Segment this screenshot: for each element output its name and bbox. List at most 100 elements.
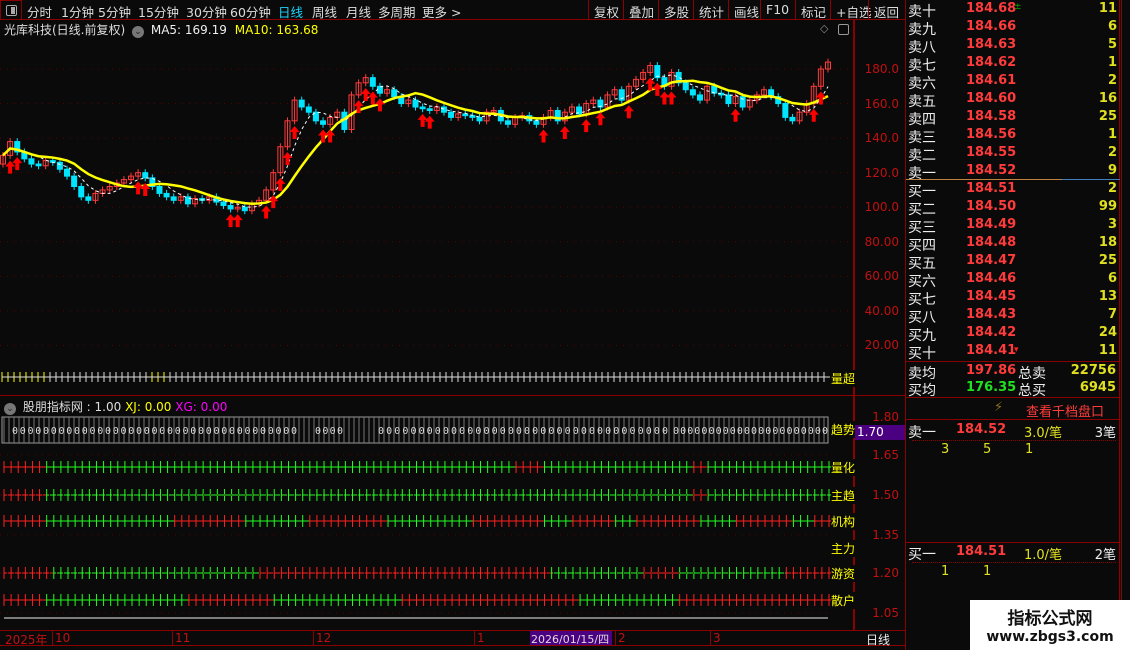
bid-level[interactable]: 买八 184.43 7	[906, 307, 1121, 326]
right-edge-strip	[1121, 0, 1130, 600]
candle	[227, 205, 234, 210]
level-label: 卖九	[908, 22, 936, 38]
toolbar-button-0[interactable]: 复权	[588, 0, 624, 20]
tab-8[interactable]: 月线	[346, 2, 371, 21]
bid-level[interactable]: 买九 184.42 24	[906, 325, 1121, 344]
level-price: 184.47	[966, 253, 1017, 268]
candle	[56, 161, 63, 170]
toolbar-button-4[interactable]: 画线	[728, 0, 764, 20]
ask-level[interactable]: 卖八 184.63 5	[906, 37, 1121, 56]
detail-label: 卖一	[908, 425, 936, 441]
y-tick-label: 20.00	[864, 338, 899, 353]
indicator-y-tick: 1.80	[872, 410, 899, 424]
toolbar-button-6[interactable]: 标记	[795, 0, 831, 20]
level-label: 卖六	[908, 76, 936, 92]
toolbar-button-2[interactable]: 多股	[658, 0, 694, 20]
toolbar-button-1[interactable]: 叠加	[623, 0, 659, 20]
level-price: 184.42	[966, 325, 1017, 340]
bid-avg: 176.35	[966, 380, 1017, 395]
indicator-y-tick: 1.20	[872, 566, 899, 580]
down-limit-icon: ▾	[1014, 345, 1019, 355]
time-label: 1	[474, 631, 485, 645]
ask-level[interactable]: 卖四 184.58 25	[906, 109, 1121, 128]
level-volume: 16	[1098, 91, 1117, 106]
toolbar-button-8[interactable]: 返回	[868, 0, 904, 20]
candle	[71, 175, 78, 188]
tab-6[interactable]: 日线	[278, 2, 303, 21]
tab-2[interactable]: 5分钟	[98, 2, 131, 21]
bid-level[interactable]: 买三 184.49 3	[906, 217, 1121, 236]
buy-signal-arrow	[666, 91, 677, 105]
ask-level[interactable]: 卖六 184.61 2	[906, 73, 1121, 92]
level-label: 卖七	[908, 58, 936, 74]
level-price: 184.60	[966, 91, 1017, 106]
bid-level[interactable]: 买五 184.47 25	[906, 253, 1121, 272]
ask-level[interactable]: 卖九 184.66 6	[906, 19, 1121, 38]
y-tick-label: 100.0	[864, 200, 899, 215]
tab-4[interactable]: 30分钟	[186, 2, 227, 21]
candle	[64, 168, 71, 177]
candle	[533, 120, 540, 125]
bid-level[interactable]: 买七 184.45 13	[906, 289, 1121, 308]
indicator-row-label-2: 机构	[831, 513, 856, 530]
trend-segment: 0000000000000000000000	[673, 426, 828, 437]
level-price: 184.50	[966, 199, 1017, 214]
tab-10[interactable]: 更多 >	[422, 2, 461, 21]
level-volume: 99	[1098, 199, 1117, 214]
watermark-title: 指标公式网	[1007, 609, 1093, 629]
candle	[369, 77, 376, 87]
ask-level[interactable]: 卖七 184.62 1	[906, 55, 1121, 74]
time-label: 12	[313, 631, 331, 645]
level-label: 买六	[908, 274, 936, 290]
level-price: 184.56	[966, 127, 1017, 142]
candle	[782, 103, 789, 118]
candle	[170, 196, 177, 201]
level-price: 184.55	[966, 145, 1017, 160]
level-label: 卖八	[908, 40, 936, 56]
ask-level[interactable]: 卖三 184.56 1	[906, 127, 1121, 146]
level-volume: 24	[1098, 325, 1117, 340]
tab-9[interactable]: 多周期	[378, 2, 416, 21]
sidebar-toggle-button[interactable]	[0, 0, 22, 20]
tab-7[interactable]: 周线	[312, 2, 337, 21]
candle	[184, 196, 191, 205]
y-tick-label: 80.00	[864, 234, 899, 249]
level-label: 买八	[908, 310, 936, 326]
bid-level[interactable]: 买二 184.50 99	[906, 199, 1121, 218]
buy-signal-arrow	[225, 214, 236, 228]
candlestick-chart[interactable]	[0, 21, 853, 391]
ask-level[interactable]: 卖五 184.60 16	[906, 91, 1121, 110]
detail-label: 买一	[908, 547, 936, 563]
bid-level[interactable]: 买四 184.48 18	[906, 235, 1121, 254]
level-label: 买七	[908, 292, 936, 308]
total-ask: 22756	[1070, 363, 1116, 378]
period-label: 日线	[866, 633, 891, 647]
indicator-row-label-4: 游资	[831, 565, 856, 582]
ask-level[interactable]: 卖二 184.55 2	[906, 145, 1121, 164]
toolbar-button-5[interactable]: F10	[760, 0, 794, 20]
toolbar-button-3[interactable]: 统计	[693, 0, 729, 20]
tab-5[interactable]: 60分钟	[230, 2, 271, 21]
candle	[35, 163, 42, 167]
thousand-depth-link[interactable]: 查看千档盘口	[1026, 401, 1104, 420]
bid-level[interactable]: 买一 184.51 2	[906, 181, 1121, 200]
detail-per-order: 3.0/笔	[1024, 426, 1063, 441]
ask1-detail: 卖一 184.52 3.0/笔 3笔 3 5 1	[906, 422, 1120, 462]
indicator-y-tick: 1.35	[872, 528, 899, 542]
tab-1[interactable]: 1分钟	[61, 2, 94, 21]
time-label: 10	[52, 631, 70, 645]
level-volume: 2	[1107, 73, 1117, 88]
bid-level[interactable]: 买六 184.46 6	[906, 271, 1121, 290]
cursor-date: 2026/01/15/四	[530, 631, 612, 646]
level-volume: 5	[1107, 37, 1117, 52]
tab-3[interactable]: 15分钟	[138, 2, 179, 21]
level-volume: 6	[1107, 271, 1117, 286]
detail-orders: 3笔	[1094, 426, 1116, 441]
divider	[906, 419, 1120, 420]
buy-signal-arrow	[808, 108, 819, 122]
level-price: 184.45	[966, 289, 1017, 304]
level-volume: 13	[1098, 289, 1117, 304]
tab-0[interactable]: 分时	[27, 2, 52, 21]
total-bid-label: 总买	[1018, 383, 1046, 399]
time-axis-border	[0, 630, 905, 631]
